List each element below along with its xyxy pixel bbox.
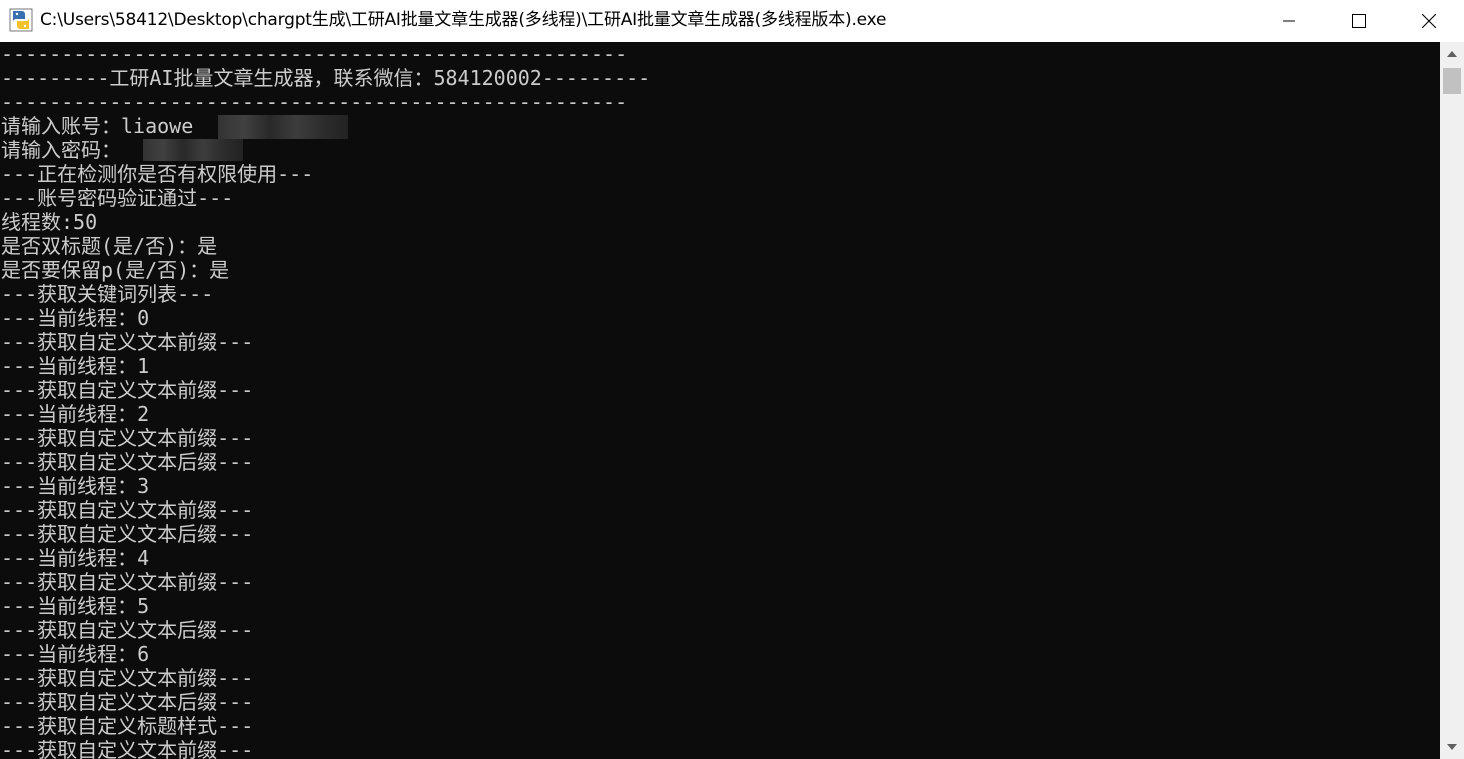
console-line: 请输入账号：liaowe bbox=[1, 114, 194, 138]
maximize-button[interactable] bbox=[1324, 0, 1394, 42]
console-line: 线程数:50 bbox=[1, 210, 98, 234]
console-line: ---当前线程：1 bbox=[1, 354, 150, 378]
console-line: ---获取自定义文本后缀--- bbox=[1, 618, 254, 642]
console-line: ---正在检测你是否有权限使用--- bbox=[1, 162, 314, 186]
python-app-icon bbox=[9, 8, 33, 32]
close-icon bbox=[1422, 14, 1436, 28]
redacted-password-blur bbox=[143, 139, 243, 161]
console-line: ---获取关键词列表--- bbox=[1, 282, 214, 306]
console-line: ---获取自定义文本前缀--- bbox=[1, 378, 254, 402]
scroll-up-button[interactable] bbox=[1440, 42, 1464, 66]
minimize-button[interactable] bbox=[1254, 0, 1324, 42]
console-line: ---当前线程：4 bbox=[1, 546, 150, 570]
console-line: ---获取自定义文本前缀--- bbox=[1, 330, 254, 354]
vertical-scrollbar[interactable] bbox=[1440, 42, 1464, 759]
window-title: C:\Users\58412\Desktop\chargpt生成\工研AI批量文… bbox=[40, 10, 887, 30]
console-line: 是否双标题(是/否)：是 bbox=[1, 234, 218, 258]
console-line: ---------工研AI批量文章生成器，联系微信：584120002-----… bbox=[1, 66, 651, 90]
console-line: ---当前线程：3 bbox=[1, 474, 150, 498]
console-line: ----------------------------------------… bbox=[1, 90, 628, 114]
scroll-down-button[interactable] bbox=[1440, 735, 1464, 759]
title-bar[interactable]: C:\Users\58412\Desktop\chargpt生成\工研AI批量文… bbox=[0, 0, 1464, 42]
console-line: ---获取自定义文本前缀--- bbox=[1, 738, 254, 759]
arrow-up-icon bbox=[1447, 51, 1457, 57]
console-line: ---获取自定义文本前缀--- bbox=[1, 666, 254, 690]
console-line: 请输入密码： bbox=[1, 138, 121, 162]
console-line: ---当前线程：2 bbox=[1, 402, 150, 426]
maximize-icon bbox=[1352, 14, 1366, 28]
console-output[interactable]: ----------------------------------------… bbox=[0, 42, 1440, 759]
close-button[interactable] bbox=[1394, 0, 1464, 42]
console-line: ---当前线程：6 bbox=[1, 642, 150, 666]
minimize-icon bbox=[1283, 20, 1295, 22]
console-line: ---获取自定义文本前缀--- bbox=[1, 570, 254, 594]
console-line: ---当前线程：0 bbox=[1, 306, 150, 330]
console-window: C:\Users\58412\Desktop\chargpt生成\工研AI批量文… bbox=[0, 0, 1464, 759]
scrollbar-thumb[interactable] bbox=[1443, 68, 1461, 94]
console-line: ---获取自定义文本后缀--- bbox=[1, 522, 254, 546]
console-line: ---获取自定义文本后缀--- bbox=[1, 450, 254, 474]
console-line: ---获取自定义文本后缀--- bbox=[1, 690, 254, 714]
redacted-account-blur bbox=[218, 115, 348, 139]
arrow-down-icon bbox=[1447, 744, 1457, 750]
console-line: ---获取自定义文本前缀--- bbox=[1, 498, 254, 522]
console-line: ---当前线程：5 bbox=[1, 594, 150, 618]
console-line: 是否要保留p(是/否)：是 bbox=[1, 258, 230, 282]
console-line: ---获取自定义文本前缀--- bbox=[1, 426, 254, 450]
console-line: ----------------------------------------… bbox=[1, 42, 628, 66]
console-line: ---账号密码验证通过--- bbox=[1, 186, 234, 210]
console-line: ---获取自定义标题样式--- bbox=[1, 714, 254, 738]
